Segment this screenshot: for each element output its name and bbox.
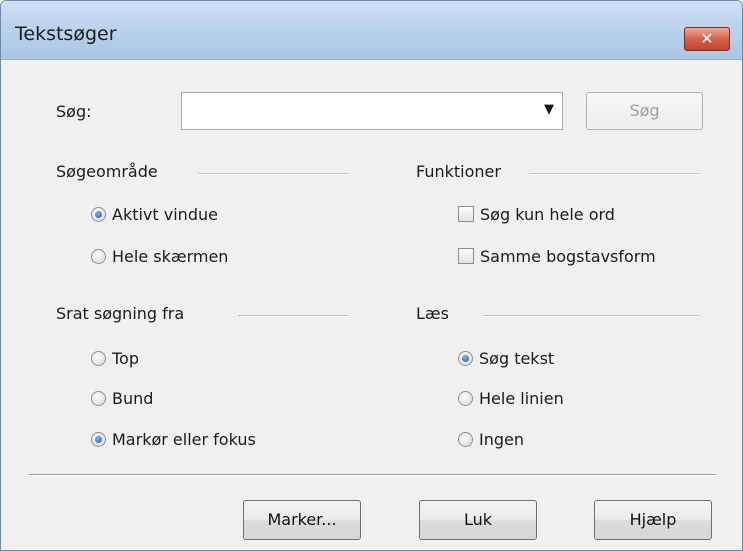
radio-label: Søg tekst — [479, 348, 555, 368]
radio-button[interactable] — [458, 390, 473, 406]
help-button[interactable]: Hjælp — [594, 500, 712, 540]
radio-top[interactable]: Top — [91, 346, 139, 370]
search-combobox[interactable]: ▼ — [181, 92, 563, 130]
search-area-divider — [198, 173, 348, 175]
radio-whole-screen[interactable]: Hele skærmen — [91, 244, 228, 268]
start-search-divider — [238, 315, 348, 317]
window-title: Tekstsøger — [15, 23, 117, 45]
checkbox-whole-words[interactable]: Søg kun hele ord — [458, 202, 615, 226]
title-bar[interactable]: Tekstsøger ✕ — [1, 1, 742, 60]
search-label: Søg: — [56, 102, 92, 121]
read-divider — [483, 315, 699, 317]
radio-button-selected[interactable] — [458, 350, 473, 366]
radio-label: Hele skærmen — [112, 246, 229, 266]
radio-button[interactable] — [458, 431, 473, 447]
checkbox-label: Samme bogstavsform — [480, 246, 656, 266]
checkbox[interactable] — [458, 248, 474, 264]
radio-button-selected[interactable] — [91, 206, 106, 222]
radio-label: Hele linien — [479, 388, 564, 408]
text-finder-dialog: Tekstsøger ✕ Søg: ▼ Søg Søgeområde Aktiv… — [0, 0, 743, 551]
search-area-heading: Søgeområde — [56, 162, 158, 181]
functions-heading: Funktioner — [416, 162, 501, 181]
close-icon: ✕ — [700, 29, 714, 48]
radio-label: Ingen — [479, 429, 524, 449]
close-button[interactable]: Luk — [419, 500, 537, 540]
checkbox-label: Søg kun hele ord — [480, 204, 615, 224]
mark-button[interactable]: Marker... — [243, 500, 361, 540]
checkbox[interactable] — [458, 206, 474, 222]
radio-cursor-focus[interactable]: Markør eller fokus — [91, 427, 256, 451]
close-window-button[interactable]: ✕ — [684, 27, 730, 51]
radio-button[interactable] — [91, 390, 106, 406]
dialog-body: Søg: ▼ Søg Søgeområde Aktivt vindue Hele… — [1, 60, 742, 550]
radio-label: Bund — [112, 388, 154, 408]
start-search-heading: Srat søgning fra — [56, 304, 185, 323]
radio-label: Aktivt vindue — [112, 204, 218, 224]
radio-label: Top — [112, 348, 139, 368]
chevron-down-icon[interactable]: ▼ — [544, 102, 554, 117]
radio-none[interactable]: Ingen — [458, 427, 524, 451]
footer-separator — [29, 474, 716, 476]
radio-active-window[interactable]: Aktivt vindue — [91, 202, 218, 226]
radio-bottom[interactable]: Bund — [91, 386, 153, 410]
search-button[interactable]: Søg — [586, 92, 703, 130]
radio-button[interactable] — [91, 248, 106, 264]
radio-button[interactable] — [91, 350, 106, 366]
search-input[interactable] — [182, 93, 534, 129]
checkbox-match-case[interactable]: Samme bogstavsform — [458, 244, 656, 268]
radio-search-text[interactable]: Søg tekst — [458, 346, 554, 370]
radio-button-selected[interactable] — [91, 431, 106, 447]
radio-whole-line[interactable]: Hele linien — [458, 386, 564, 410]
read-heading: Læs — [416, 304, 449, 323]
radio-label: Markør eller fokus — [112, 429, 256, 449]
functions-divider — [529, 173, 699, 175]
